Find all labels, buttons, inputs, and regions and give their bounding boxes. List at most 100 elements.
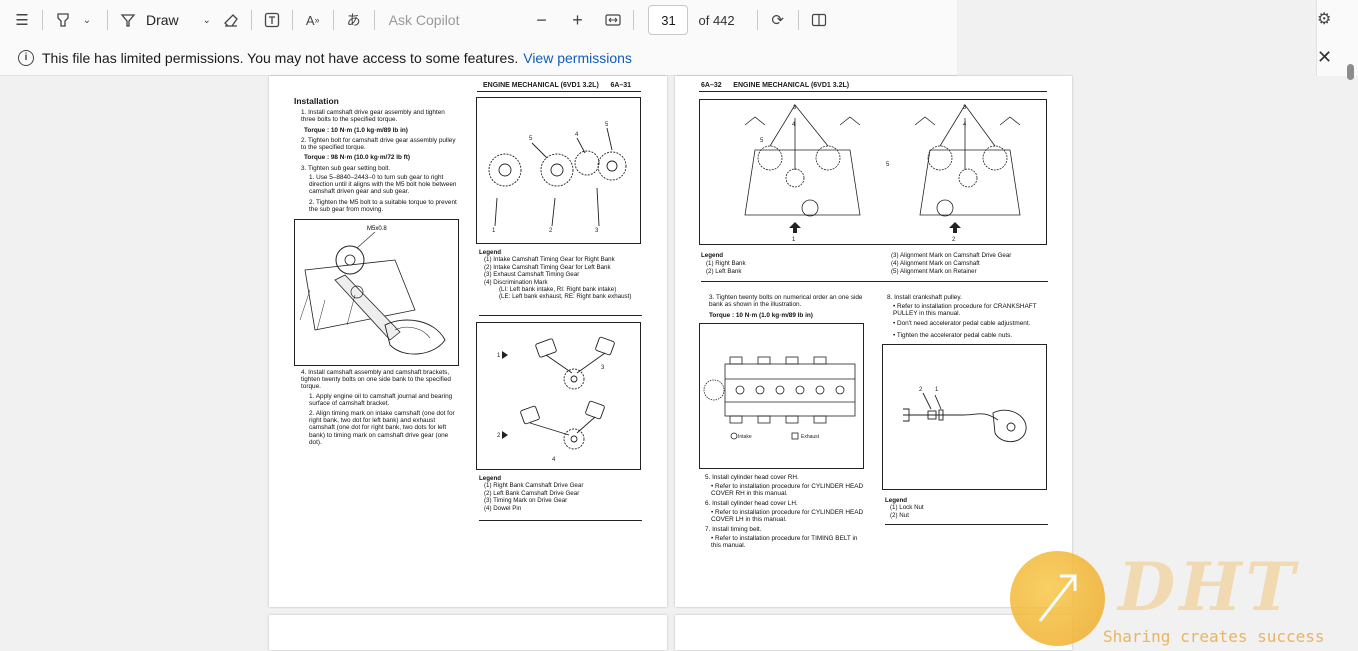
svg-text:3: 3 — [963, 105, 967, 111]
toolbar-gap — [957, 0, 1358, 76]
chevron-down-icon[interactable]: ⌄ — [75, 8, 99, 32]
vertical-scrollbar[interactable] — [1343, 60, 1358, 650]
legend-item: (1) Right Bank — [706, 260, 746, 267]
alignment-marks-illustration: 1 2 3 3 4 4 5 5 — [699, 99, 1047, 245]
view-permissions-link[interactable]: View permissions — [523, 50, 632, 66]
step-text: 1. Apply engine oil to camshaft journal … — [309, 393, 453, 408]
text-box-icon[interactable] — [260, 8, 284, 32]
fit-width-icon[interactable] — [601, 8, 625, 32]
step-text: • Refer to installation procedure for CY… — [711, 483, 864, 498]
chevron-down-icon[interactable]: ⌄ — [195, 8, 219, 32]
toolbar-divider — [756, 10, 758, 30]
page-view-icon[interactable] — [807, 8, 831, 32]
step-text: 1. Use 5–8840–2443–0 to turn sub gear to… — [309, 174, 457, 196]
svg-text:1: 1 — [492, 228, 496, 234]
legend-item: (2) Intake Camshaft Timing Gear for Left… — [484, 263, 611, 271]
legend-title: Legend — [479, 475, 502, 482]
page-count: of 442 — [698, 12, 735, 28]
torque-text: Torque : 10 N·m (1.0 kg·m/89 lb in) — [304, 127, 408, 134]
svg-text:3: 3 — [595, 228, 599, 234]
step-text: 2. Tighten the M5 bolt to a suitable tor… — [309, 199, 457, 214]
step-text: 2. Tighten bolt for camshaft drive gear … — [301, 137, 456, 152]
step-text: • Don't need accelerator pedal cable adj… — [893, 320, 1031, 327]
legend-item: (1) Intake Camshaft Timing Gear for Righ… — [484, 256, 615, 264]
permissions-infobar: i This file has limited permissions. You… — [0, 40, 957, 76]
toolbar-divider — [250, 10, 252, 30]
m5-label: M5x0.8 — [367, 226, 387, 232]
header-rule — [477, 91, 641, 92]
pdf-page-33 — [269, 615, 667, 650]
step-text: • Refer to installation procedure for CY… — [711, 509, 864, 524]
highlight-icon[interactable] — [51, 8, 75, 32]
legend-item: (2) Nut — [890, 511, 909, 519]
svg-text:4: 4 — [963, 122, 967, 128]
info-icon: i — [18, 49, 34, 66]
draw-button[interactable]: Draw — [146, 12, 179, 28]
legend-item: (3) Alignment Mark on Camshaft Drive Gea… — [891, 252, 1012, 259]
pdf-toolbar: ☰ ⌄ Draw ⌄ A» あ Ask Copilot − + 31 of 44… — [0, 0, 957, 40]
drive-gear-illustration: 1 2 3 4 — [476, 322, 641, 470]
svg-text:5: 5 — [886, 162, 890, 168]
legend-item: (4) Alignment Mark on Camshaft — [891, 260, 980, 267]
svg-text:5: 5 — [760, 138, 764, 144]
permissions-message: This file has limited permissions. You m… — [42, 49, 519, 66]
zoom-out-icon[interactable]: − — [529, 8, 553, 32]
svg-text:3: 3 — [601, 365, 605, 371]
legend-item: (3) Exhaust Camshaft Timing Gear — [484, 271, 580, 279]
step-text: 6. Install cylinder head cover LH. — [705, 500, 798, 507]
toolbar-divider — [291, 10, 293, 30]
legend-drive-gear: Legend (1) Right Bank Camshaft Drive Gea… — [479, 475, 642, 521]
zoom-in-icon[interactable]: + — [565, 8, 589, 32]
step-text: 4. Install camshaft assembly and camshaf… — [301, 369, 451, 391]
read-aloud-icon[interactable]: A» — [301, 8, 325, 32]
legend-item: (LE: Left bank exhaust, RE: Right bank e… — [499, 293, 632, 301]
torque-text: Torque : 10 N·m (1.0 kg·m/89 lb in) — [709, 312, 813, 319]
step-text: 3. Tighten twenty bolts on numerical ord… — [709, 294, 863, 309]
svg-text:1: 1 — [497, 353, 501, 359]
step-text: 7. Install timing belt. — [705, 526, 762, 533]
ask-copilot-button[interactable]: Ask Copilot — [389, 12, 460, 28]
step-text: 2. Align timing mark on intake camshaft … — [309, 410, 455, 446]
svg-text:2: 2 — [919, 387, 923, 393]
close-icon[interactable]: ✕ — [1317, 47, 1332, 68]
eraser-icon[interactable] — [219, 8, 243, 32]
page-header: ENGINE MECHANICAL (6VD1 3.2L) 6A–31 — [483, 82, 632, 89]
bolt-order-illustration: Intake Exhaust — [699, 323, 864, 469]
svg-text:5: 5 — [605, 122, 609, 128]
svg-text:2: 2 — [549, 228, 553, 234]
legend-item: (2) Left Bank Camshaft Drive Gear — [484, 489, 580, 497]
legend-item: (1) Right Bank Camshaft Drive Gear — [484, 482, 584, 490]
rotate-icon[interactable]: ⟳ — [766, 8, 790, 32]
legend-item: (4) Dowel Pin — [484, 504, 522, 512]
svg-text:5: 5 — [529, 136, 533, 142]
legend-gears: Legend (1) Intake Camshaft Timing Gear f… — [479, 249, 642, 316]
exhaust-label: Exhaust — [801, 434, 820, 440]
svg-text:1: 1 — [935, 387, 939, 393]
step-text: • Tighten the accelerator pedal cable nu… — [893, 332, 1013, 339]
toolbar-divider — [797, 10, 799, 30]
draw-icon[interactable] — [116, 8, 140, 32]
translate-icon[interactable]: あ — [342, 8, 366, 32]
page-number-input[interactable]: 31 — [648, 5, 689, 35]
scrollbar-thumb[interactable] — [1347, 64, 1354, 80]
legend-cable-nut: Legend (1) Lock Nut (2) Nut — [885, 497, 1048, 525]
svg-text:2: 2 — [952, 237, 956, 243]
page-header: 6A–32 ENGINE MECHANICAL (6VD1 3.2L) — [701, 82, 850, 89]
pdf-page-31: ENGINE MECHANICAL (6VD1 3.2L) 6A–31 Inst… — [269, 76, 667, 607]
settings-icon[interactable]: ⚙ — [1317, 9, 1331, 29]
step-text: • Refer to installation procedure for CR… — [893, 303, 1037, 318]
toolbar-divider — [42, 10, 43, 30]
step-text: • Refer to installation procedure for TI… — [711, 535, 858, 550]
step-text: 1. Install camshaft drive gear assembly … — [301, 109, 445, 124]
legend-item: (4) Discrimination Mark — [484, 278, 548, 286]
toolbar-divider — [332, 10, 334, 30]
svg-text:3: 3 — [793, 105, 797, 111]
watermark-brand: DHT — [1118, 548, 1299, 626]
watermark-logo — [1010, 551, 1105, 646]
watermark-tagline: Sharing creates success — [1103, 627, 1325, 646]
torque-text: Torque : 98 N·m (10.0 kg·m/72 lb ft) — [304, 154, 411, 161]
pdf-page-32: 6A–32 ENGINE MECHANICAL (6VD1 3.2L) 1 2 … — [675, 76, 1072, 607]
contents-list-icon[interactable]: ☰ — [10, 8, 34, 32]
svg-text:4: 4 — [552, 457, 556, 463]
legend-item: (5) Alignment Mark on Retainer — [891, 268, 977, 275]
